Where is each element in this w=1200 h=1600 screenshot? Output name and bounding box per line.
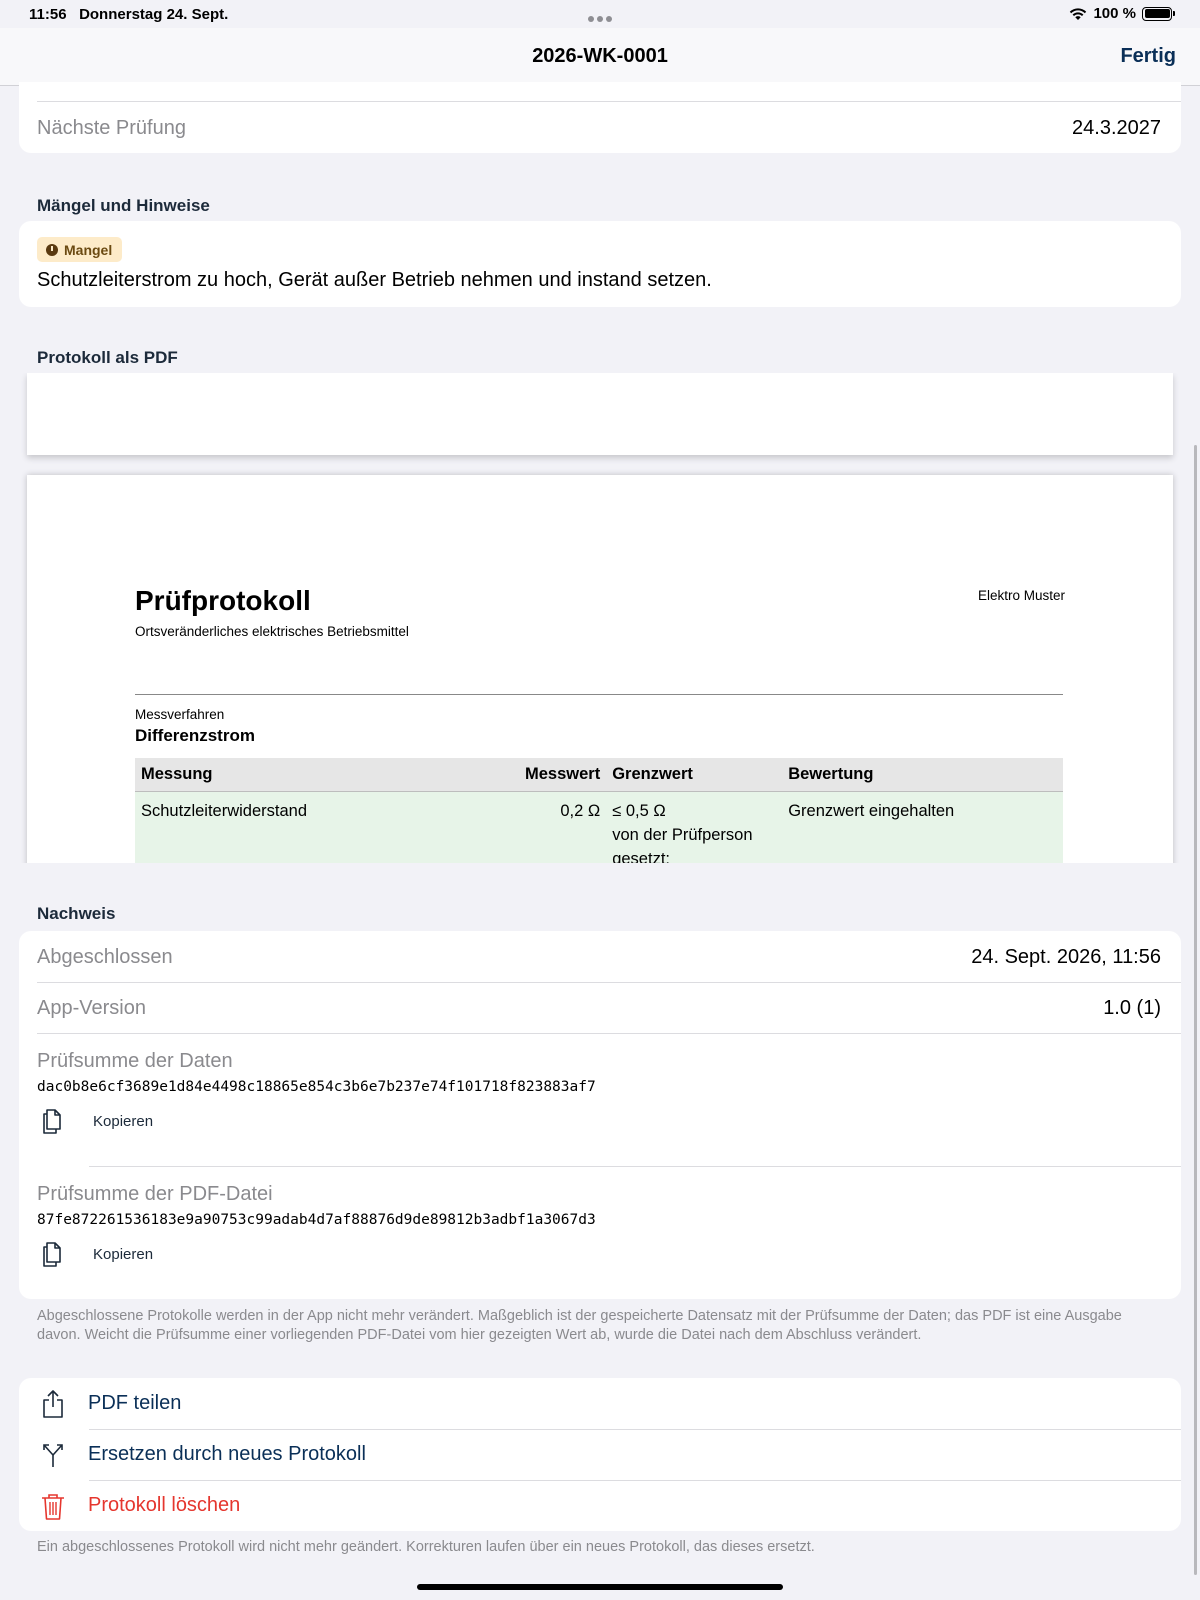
- divider: [37, 1033, 1181, 1034]
- battery-icon: [1142, 6, 1175, 21]
- info-card: Nächste Prüfung 24.3.2027: [19, 82, 1181, 153]
- pdf-company: Elektro Muster: [977, 588, 1065, 603]
- copy-icon: [43, 1109, 61, 1134]
- clock: 11:56: [29, 6, 67, 23]
- share-icon: [43, 1390, 63, 1418]
- date: Donnerstag 24. Sept.: [79, 6, 229, 23]
- page-title: 2026-WK-0001: [532, 45, 668, 67]
- copy-icon: [43, 1242, 61, 1267]
- proof-header: Nachweis: [37, 904, 116, 923]
- replace-protocol-label: Ersetzen durch neues Protokoll: [88, 1443, 366, 1465]
- data-hash-value: dac0b8e6cf3689e1d84e4498c18865e854c3b6e7…: [37, 1079, 596, 1095]
- limit-note: gesetzt:: [612, 850, 670, 863]
- done-button[interactable]: Fertig: [1120, 45, 1176, 68]
- home-indicator[interactable]: [417, 1584, 783, 1590]
- column-header: Grenzwert: [606, 758, 783, 792]
- warning-icon: [46, 243, 58, 256]
- pdf-hash-value: 87fe872261536183e9a90753c99adab4d7af8887…: [37, 1212, 596, 1228]
- copy-label: Kopieren: [93, 1112, 154, 1130]
- proof-card: Abgeschlossen 24. Sept. 2026, 11:56 App-…: [19, 931, 1181, 1299]
- defect-badge: Mangel: [37, 237, 123, 262]
- pdf-page: Prüfprotokoll Ortsveränderliches elektri…: [27, 475, 1173, 863]
- status-time: 11:56 Donnerstag 24. Sept.: [29, 6, 228, 23]
- branch-icon: [43, 1444, 63, 1467]
- value-cell: 0,2 Ω: [519, 791, 607, 863]
- proof-footnote: Abgeschlossene Protokolle werden in der …: [37, 1308, 1122, 1343]
- measurement-cell: Schutzleiterwiderstand: [135, 791, 519, 863]
- next-test-row: Nächste Prüfung 24.3.2027: [19, 102, 1181, 153]
- navigation-bar: 2026-WK-0001 Fertig: [0, 28, 1200, 86]
- pdf-header: Protokoll als PDF: [37, 348, 178, 367]
- pdf-subtitle: Ortsveränderliches elektrisches Betriebs…: [135, 624, 409, 639]
- pdf-method: Differenzstrom: [135, 726, 255, 745]
- actions-footnote: Ein abgeschlossenes Protokoll wird nicht…: [37, 1539, 815, 1555]
- pdf-divider: [135, 694, 1063, 695]
- delete-protocol-label: Protokoll löschen: [88, 1494, 241, 1516]
- completed-row: Abgeschlossen 24. Sept. 2026, 11:56: [19, 931, 1181, 982]
- copy-data-hash-button[interactable]: Kopieren: [37, 1105, 153, 1137]
- completed-label: Abgeschlossen: [37, 946, 173, 968]
- version-label: App-Version: [37, 997, 146, 1019]
- share-pdf-button[interactable]: PDF teilen: [19, 1378, 1181, 1429]
- next-test-value: 24.3.2027: [1072, 117, 1161, 139]
- pdf-title: Prüfprotokoll: [135, 585, 311, 616]
- column-header: Messwert: [519, 758, 607, 792]
- status-bar: 11:56 Donnerstag 24. Sept. 100 %: [0, 0, 1200, 28]
- pdf-measurement-table: Messung Messwert Grenzwert Bewertung Sch…: [135, 758, 1063, 863]
- defects-header: Mängel und Hinweise: [37, 196, 210, 215]
- data-hash-label: Prüfsumme der Daten: [37, 1050, 233, 1072]
- defect-badge-label: Mangel: [64, 241, 113, 258]
- completed-value: 24. Sept. 2026, 11:56: [971, 946, 1161, 968]
- trash-icon: [42, 1494, 64, 1520]
- copy-pdf-hash-button[interactable]: Kopieren: [37, 1238, 153, 1270]
- column-header: Messung: [135, 758, 519, 792]
- pdf-hash-label: Prüfsumme der PDF-Datei: [37, 1183, 273, 1205]
- copy-label: Kopieren: [93, 1245, 154, 1263]
- limit-value: ≤ 0,5 Ω: [612, 802, 666, 820]
- next-test-label: Nächste Prüfung: [37, 117, 186, 139]
- limit-cell: ≤ 0,5 Ω von der Prüfperson gesetzt:: [606, 791, 783, 863]
- battery-percent: 100 %: [1093, 5, 1136, 22]
- column-header: Bewertung: [782, 758, 1063, 792]
- defect-text: Schutzleiterstrom zu hoch, Gerät außer B…: [37, 269, 712, 291]
- table-row: Schutzleiterwiderstand 0,2 Ω ≤ 0,5 Ω von…: [135, 791, 1063, 863]
- limit-note: von der Prüfperson: [612, 826, 753, 844]
- actions-card: PDF teilen Ersetzen durch neues Protokol…: [19, 1378, 1181, 1531]
- delete-protocol-button[interactable]: Protokoll löschen: [19, 1480, 1181, 1531]
- replace-protocol-button[interactable]: Ersetzen durch neues Protokoll: [19, 1429, 1181, 1480]
- wifi-icon: [1070, 7, 1087, 20]
- scrollbar[interactable]: [1194, 445, 1197, 1575]
- divider: [89, 1166, 1181, 1167]
- pdf-preview[interactable]: Prüfprotokoll Ortsveränderliches elektri…: [19, 373, 1181, 863]
- version-value: 1.0 (1): [1103, 997, 1161, 1019]
- defects-card: Mangel Schutzleiterstrom zu hoch, Gerät …: [19, 221, 1181, 307]
- status-indicators: 100 %: [1069, 5, 1175, 22]
- share-pdf-label: PDF teilen: [88, 1392, 182, 1414]
- pdf-method-label: Messverfahren: [135, 707, 225, 722]
- multitasking-dots-icon[interactable]: [588, 9, 615, 26]
- version-row: App-Version 1.0 (1): [19, 982, 1181, 1033]
- pdf-page: [27, 373, 1173, 455]
- table-header-row: Messung Messwert Grenzwert Bewertung: [135, 758, 1063, 792]
- rating-cell: Grenzwert eingehalten: [782, 791, 1063, 863]
